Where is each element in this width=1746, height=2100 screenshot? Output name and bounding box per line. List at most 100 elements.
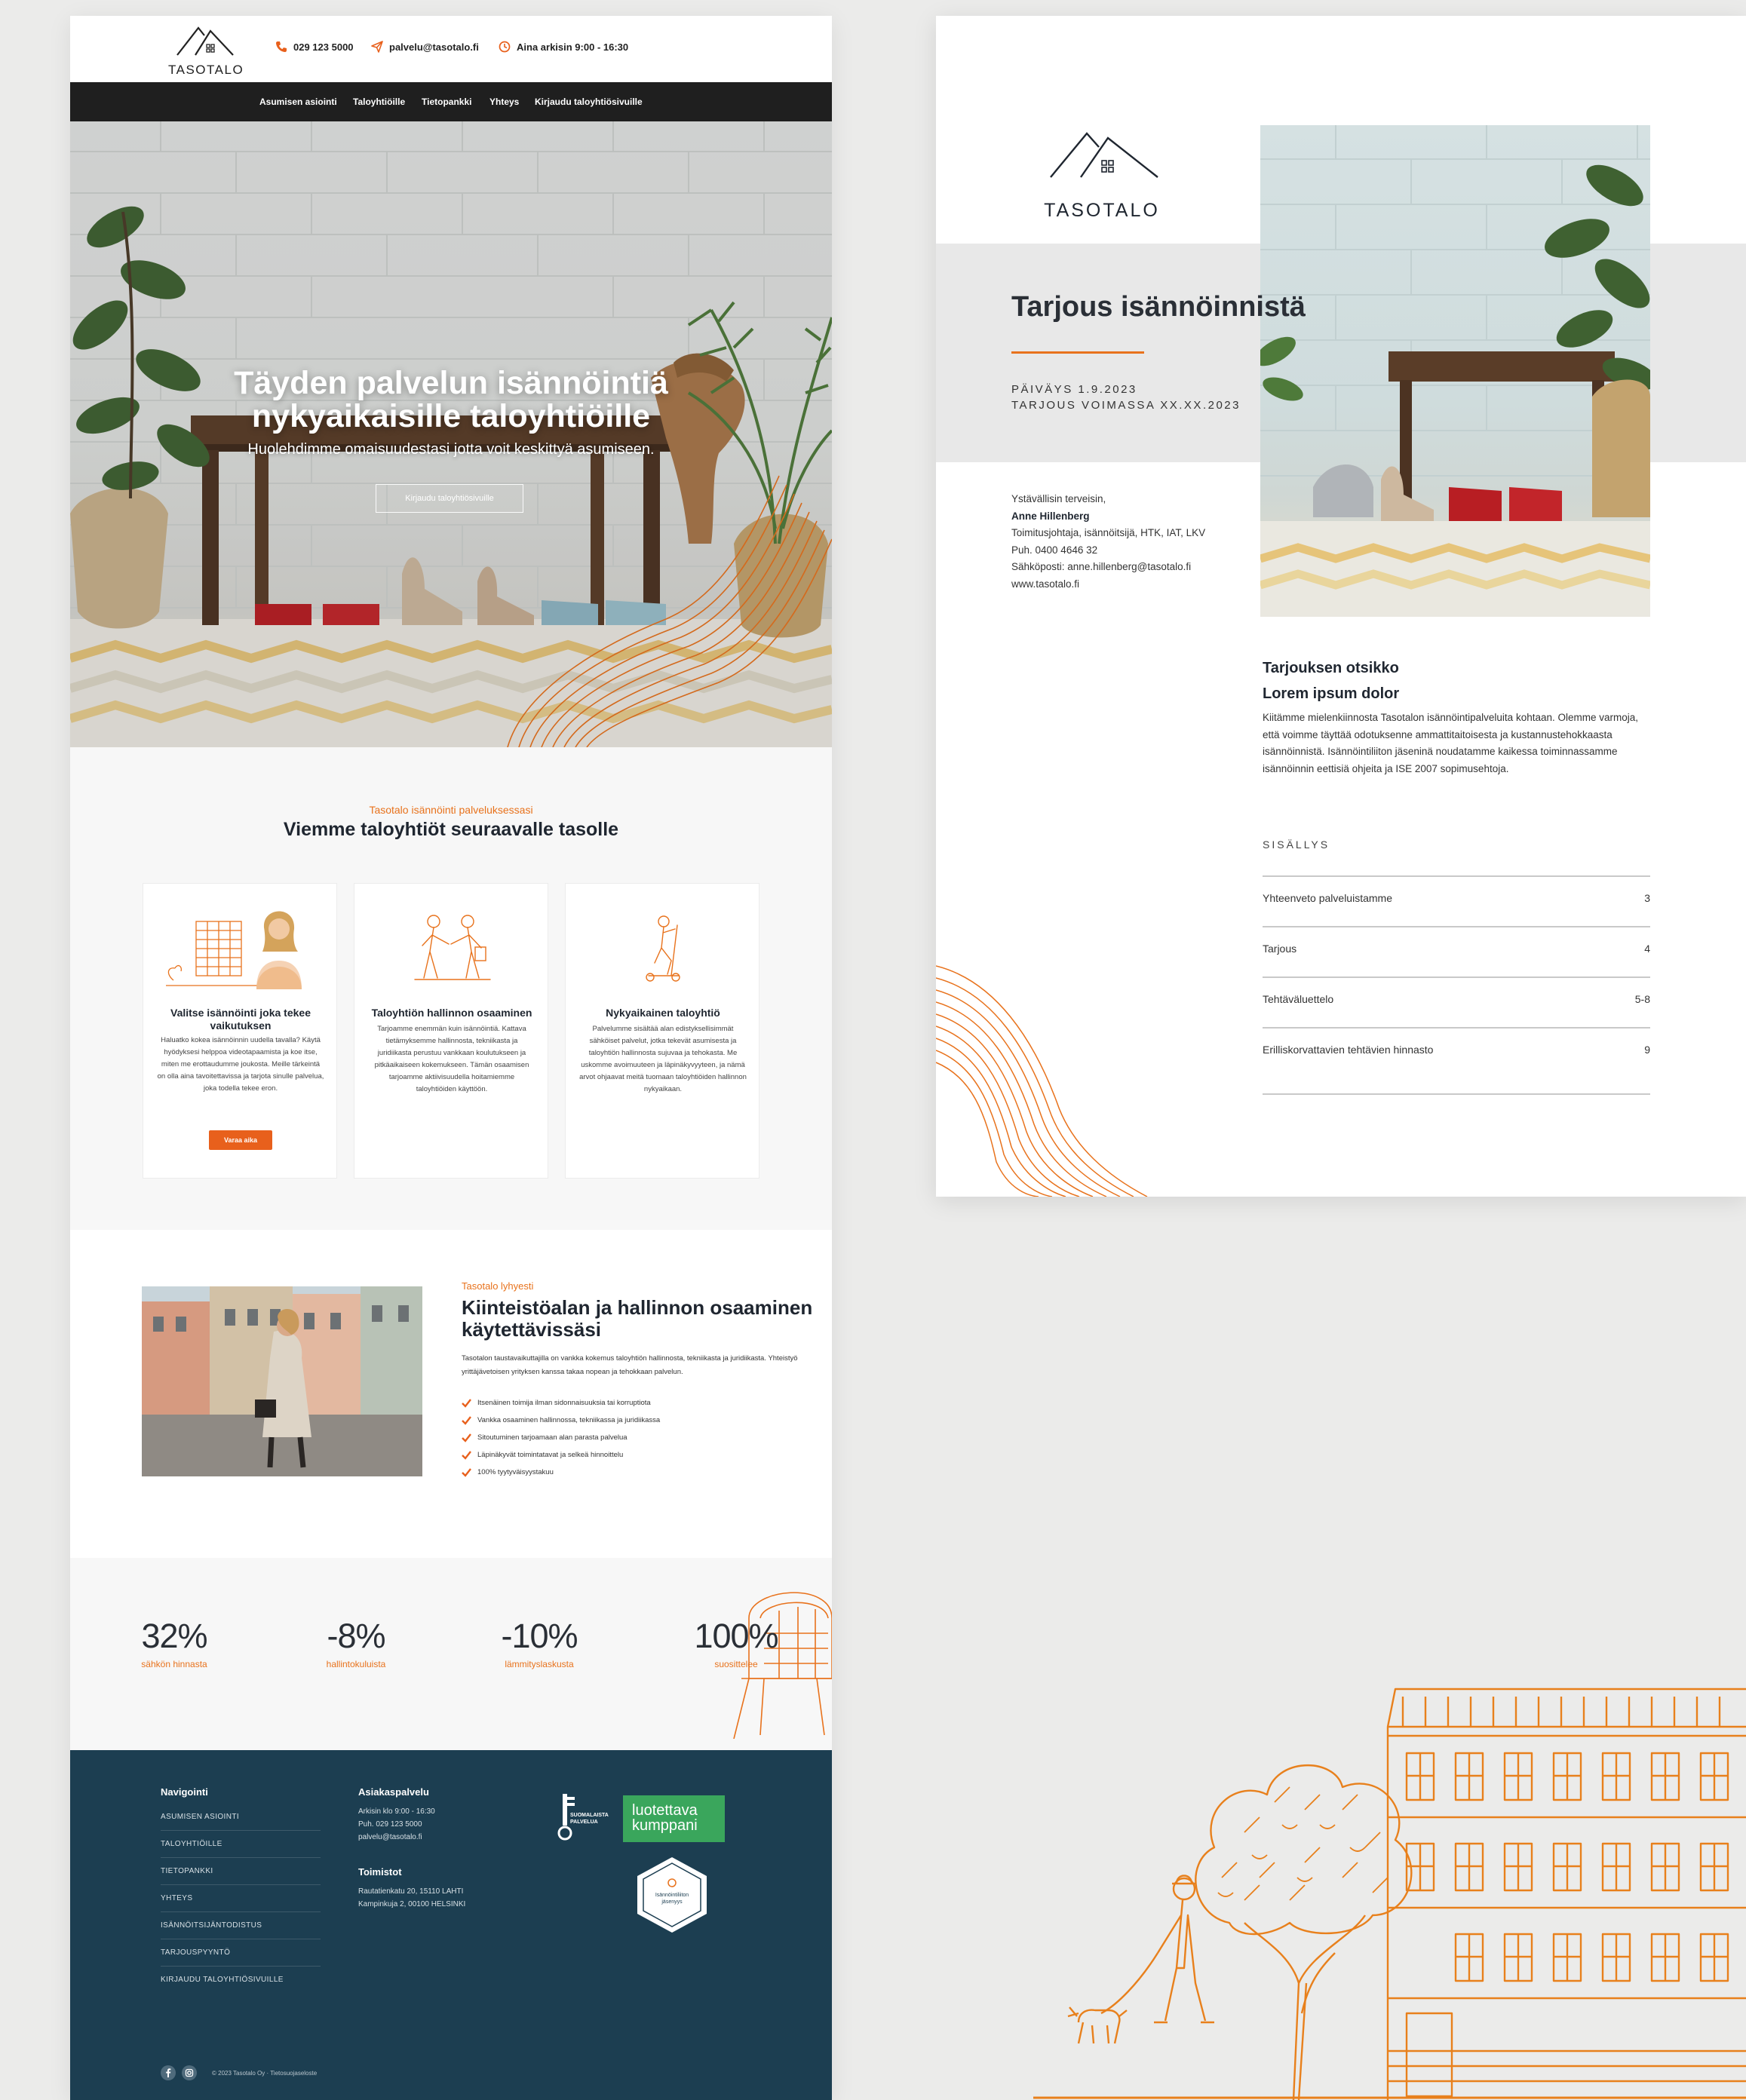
service-card-2-text: Tarjoamme enemmän kuin isännöintiä. Katt…: [374, 1025, 529, 1093]
footer-link-asumisen-asiointi[interactable]: ASUMISEN ASIOINTI: [161, 1804, 321, 1831]
book-appointment-button[interactable]: Varaa aika: [209, 1130, 272, 1150]
signature-greeting: Ystävällisin terveisin,: [1011, 493, 1106, 504]
finnish-service-text: SUOMALAISTA PALVELUA: [570, 1813, 609, 1825]
document-date: PÄIVÄYS 1.9.2023: [1011, 383, 1137, 396]
footer-service-email[interactable]: palvelu@tasotalo.fi: [358, 1831, 494, 1844]
toc-row-title: Yhteenveto palveluistamme: [1263, 892, 1392, 904]
footer-link-tietopankki[interactable]: TIETOPANKKI: [161, 1858, 321, 1885]
offer-section-title-line-1: Tarjouksen otsikko: [1263, 660, 1399, 676]
website-mockup: TASOTALO 029 123 5000 palvelu@tasotalo.f…: [70, 16, 832, 2100]
hero-section: Täyden palvelun isännöintiä nykyaikaisil…: [70, 121, 832, 747]
orange-line-decoration: [936, 965, 1148, 1197]
check-icon: [462, 1468, 471, 1477]
phone-number: 029 123 5000: [293, 41, 354, 53]
title-accent-rule: [1011, 351, 1144, 354]
footer-office-lahti: Rautatienkatu 20, 15110 LAHTI: [358, 1887, 464, 1896]
checklist-item: 100% tyytyväisyystakuu: [462, 1464, 824, 1481]
service-card-2: Taloyhtiön hallinnon osaaminen Tarjoamme…: [354, 883, 548, 1179]
stat-2-value: -8%: [327, 1617, 385, 1655]
checklist-item: Vankka osaaminen hallinnossa, tekniikass…: [462, 1412, 824, 1429]
offer-section-title: Tarjouksen otsikko Lorem ipsum dolor: [1263, 655, 1399, 707]
footer-link-taloyhtioille[interactable]: TALOYHTIÖILLE: [161, 1831, 321, 1858]
site-header: TASOTALO 029 123 5000 palvelu@tasotalo.f…: [70, 16, 832, 82]
roof-logo-icon: [176, 26, 234, 56]
checklist-item-text: Itsenäinen toimija ilman sidonnaisuuksia…: [477, 1399, 651, 1407]
checklist-item: Sitoutuminen tarjoamaan alan parasta pal…: [462, 1429, 824, 1446]
about-lead: Tasotalon taustavaikuttajilla on vankka …: [462, 1354, 798, 1376]
service-card-3: Nykyaikainen taloyhtiö Palvelumme sisält…: [565, 883, 759, 1179]
stat-3-label: lämmityslaskusta: [505, 1659, 574, 1669]
checklist-item-text: 100% tyytyväisyystakuu: [477, 1468, 554, 1476]
copyright: © 2023 Tasotalo Oy · Tietosuojaseloste: [212, 2069, 318, 2077]
footer-customer-service: Asiakaspalvelu Arkisin klo 9:00 - 16:30 …: [358, 1786, 494, 1911]
toc-row: Tehtäväluettelo 5-8: [1263, 976, 1650, 1027]
instagram-icon[interactable]: [182, 2065, 197, 2080]
toc-title: SISÄLLYS: [1263, 838, 1330, 851]
stat-2-label: hallintokuluista: [326, 1659, 386, 1669]
about-section: Tasotalo lyhyesti Kiinteistöalan ja hall…: [70, 1230, 832, 1558]
nav-item-asumisen-asiointi[interactable]: Asumisen asiointi: [259, 97, 337, 107]
site-logo[interactable]: TASOTALO: [168, 23, 244, 77]
footer-bottom: © 2023 Tasotalo Oy · Tietosuojaseloste: [161, 2065, 317, 2080]
header-email[interactable]: palvelu@tasotalo.fi: [371, 41, 479, 53]
stat-1-label: sähkön hinnasta: [141, 1659, 207, 1669]
toc-row: Erilliskorvattavien tehtävien hinnasto 9: [1263, 1027, 1650, 1095]
footer-link-yhteys[interactable]: YHTEYS: [161, 1885, 321, 1912]
roof-logo-icon: [1050, 132, 1158, 178]
service-card-1: Valitse isännöinti joka tekee vaikutukse…: [143, 883, 337, 1179]
footer-office-helsinki: Kampinkuja 2, 00100 HELSINKI: [358, 1900, 466, 1908]
signature-email: Sähköposti: anne.hillenberg@tasotalo.fi: [1011, 561, 1192, 572]
header-hours: Aina arkisin 9:00 - 16:30: [499, 41, 628, 53]
toc-row: Tarjous 4: [1263, 926, 1650, 976]
footer-nav-title: Navigointi: [161, 1786, 208, 1798]
service-card-3-text: Palvelumme sisältää alan edistyksellisim…: [579, 1025, 747, 1093]
main-navigation: Asumisen asiointi Taloyhtiöille Tietopan…: [70, 82, 832, 121]
hero-login-button[interactable]: Kirjaudu taloyhtiösivuille: [376, 484, 523, 513]
document-logo: TASOTALO: [1042, 127, 1162, 221]
hero-overlay: [70, 121, 832, 747]
about-eyebrow: Tasotalo lyhyesti: [462, 1280, 534, 1292]
bench-photo: [1260, 125, 1650, 617]
about-title: Kiinteistöalan ja hallinnon osaaminen kä…: [462, 1296, 813, 1341]
toc-row-page: 5-8: [1634, 993, 1650, 1005]
signature-role: Toimitusjohtaja, isännöitsijä, HTK, IAT,…: [1011, 527, 1206, 538]
footer-service-hours: Arkisin klo 9:00 - 16:30: [358, 1807, 435, 1816]
header-phone[interactable]: 029 123 5000: [275, 41, 354, 53]
toc-row-page: 3: [1644, 892, 1650, 904]
services-section: Tasotalo isännöinti palveluksessasi Viem…: [70, 747, 832, 1230]
check-icon: [462, 1399, 471, 1408]
trusted-partner-line-2: kumppani: [632, 1817, 698, 1834]
send-icon: [371, 41, 383, 53]
stat-1-value: 32%: [141, 1617, 207, 1655]
footer-service-phone[interactable]: Puh. 029 123 5000: [358, 1818, 494, 1831]
toc-row: Yhteenveto palveluistamme 3: [1263, 875, 1650, 926]
email-address: palvelu@tasotalo.fi: [389, 41, 479, 53]
checklist-item: Itsenäinen toimija ilman sidonnaisuuksia…: [462, 1394, 824, 1412]
phone-icon: [276, 41, 287, 52]
check-icon: [462, 1451, 471, 1460]
trusted-partner-badge: luotettava kumppani: [623, 1795, 725, 1842]
nav-item-kirjaudu[interactable]: Kirjaudu taloyhtiösivuille: [535, 97, 643, 107]
footer-link-kirjaudu[interactable]: KIRJAUDU TALOYHTIÖSIVUILLE: [161, 1967, 321, 1994]
document-logo-text: TASOTALO: [1044, 200, 1160, 221]
checklist-item-text: Sitoutuminen tarjoamaan alan parasta pal…: [477, 1433, 628, 1442]
footer-link-tarjouspyynto[interactable]: TARJOUSPYYNTÖ: [161, 1939, 321, 1967]
service-card-1-title: Valitse isännöinti joka tekee vaikutukse…: [170, 1007, 311, 1032]
scooter-illustration: [646, 915, 680, 982]
footer-link-isannoitsijantodistus[interactable]: ISÄNNÖITSIJÄNTODISTUS: [161, 1912, 321, 1939]
checklist-item-text: Läpinäkyvät toimintatavat ja selkeä hinn…: [477, 1451, 624, 1459]
logo-text: TASOTALO: [168, 63, 244, 77]
signature-website: www.tasotalo.fi: [1011, 578, 1080, 590]
title-band-right: [1650, 244, 1746, 462]
trusted-partner-line-1: luotettava: [632, 1802, 698, 1819]
association-badge: Isännöintiliiton jäsenyys: [634, 1856, 710, 1934]
nav-item-yhteys[interactable]: Yhteys: [489, 97, 519, 107]
facebook-icon[interactable]: [161, 2065, 176, 2080]
clock-icon: [499, 41, 511, 53]
opening-hours: Aina arkisin 9:00 - 16:30: [517, 41, 629, 53]
nav-item-taloyhtioille[interactable]: Taloyhtiöille: [353, 97, 405, 107]
footer-offices-title: Toimistot: [358, 1866, 402, 1878]
about-photo: [142, 1286, 422, 1476]
stats-section: 32% sähkön hinnasta -8% hallintokuluista…: [70, 1558, 832, 1750]
nav-item-tietopankki[interactable]: Tietopankki: [422, 97, 471, 107]
